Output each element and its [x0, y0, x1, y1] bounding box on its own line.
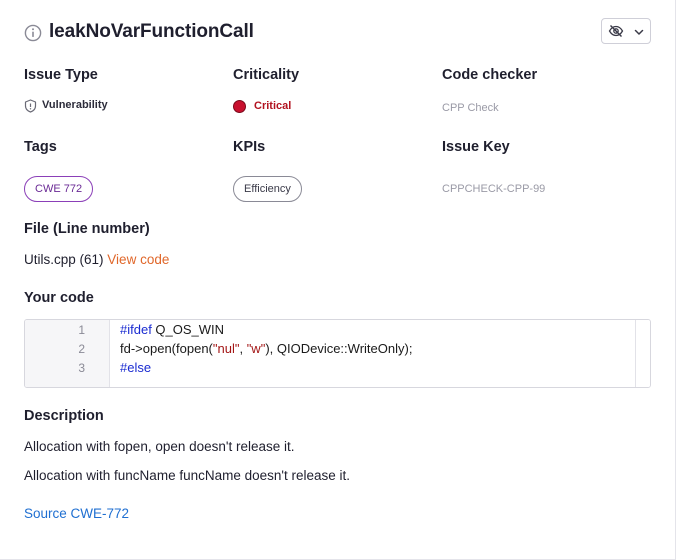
code-text: fd->open(fopen( — [120, 341, 213, 356]
line-number-gutter: 1 2 3 — [25, 320, 110, 387]
code-line: fd->open(fopen("nul", "w"), QIODevice::W… — [120, 341, 412, 356]
code-checker-value: CPP Check — [442, 102, 499, 114]
page-title: leakNoVarFunctionCall — [49, 21, 254, 42]
info-circle-icon — [24, 24, 42, 42]
kpis-label: KPIs — [233, 139, 266, 155]
issue-key-label: Issue Key — [442, 139, 510, 155]
eye-off-icon — [608, 23, 624, 39]
code-keyword: #ifdef — [120, 322, 152, 337]
file-line: Utils.cpp (61) View code — [24, 252, 169, 267]
issue-type-label: Issue Type — [24, 67, 98, 83]
code-line: #ifdef Q_OS_WIN — [120, 322, 224, 337]
criticality-label: Criticality — [233, 67, 300, 83]
line-number: 3 — [78, 361, 85, 375]
code-string: "w" — [246, 341, 266, 356]
tag-badge[interactable]: CWE 772 — [24, 176, 94, 202]
file-label: File (Line number) — [24, 221, 150, 237]
code-scrollbar[interactable] — [635, 320, 650, 387]
shield-icon — [24, 99, 37, 113]
panel-header: leakNoVarFunctionCall — [24, 18, 651, 46]
code-text: Q_OS_WIN — [151, 322, 225, 337]
issue-detail-panel: leakNoVarFunctionCall Issue Type Critica… — [0, 0, 676, 560]
source-cwe-link[interactable]: Source CWE-772 — [24, 506, 129, 521]
file-value: Utils.cpp (61) — [24, 252, 104, 267]
chevron-down-icon — [633, 25, 645, 37]
your-code-label: Your code — [24, 290, 94, 306]
description-line-1: Allocation with fopen, open doesn't rele… — [24, 439, 295, 454]
code-viewer[interactable]: 1 2 3 #ifdef Q_OS_WIN fd->open(fopen("nu… — [24, 319, 651, 388]
code-string: "nul" — [212, 341, 240, 356]
kpi-badge[interactable]: Efficiency — [233, 176, 302, 202]
description-label: Description — [24, 408, 104, 424]
description-line-2: Allocation with funcName funcName doesn'… — [24, 468, 350, 483]
code-text: ), QIODevice::WriteOnly); — [265, 341, 413, 356]
critical-dot-icon — [233, 100, 246, 113]
line-number: 1 — [78, 323, 85, 337]
tags-label: Tags — [24, 139, 57, 155]
code-checker-label: Code checker — [442, 67, 538, 83]
line-number: 2 — [78, 342, 85, 356]
criticality-text: Critical — [254, 100, 292, 112]
code-line: #else — [120, 360, 151, 375]
issue-key-value: CPPCHECK-CPP-99 — [442, 183, 546, 195]
code-keyword: #else — [120, 360, 152, 375]
visibility-dropdown-button[interactable] — [601, 18, 651, 44]
issue-type-text: Vulnerability — [42, 99, 108, 111]
view-code-link[interactable]: View code — [107, 252, 169, 267]
code-text: , — [239, 341, 247, 356]
